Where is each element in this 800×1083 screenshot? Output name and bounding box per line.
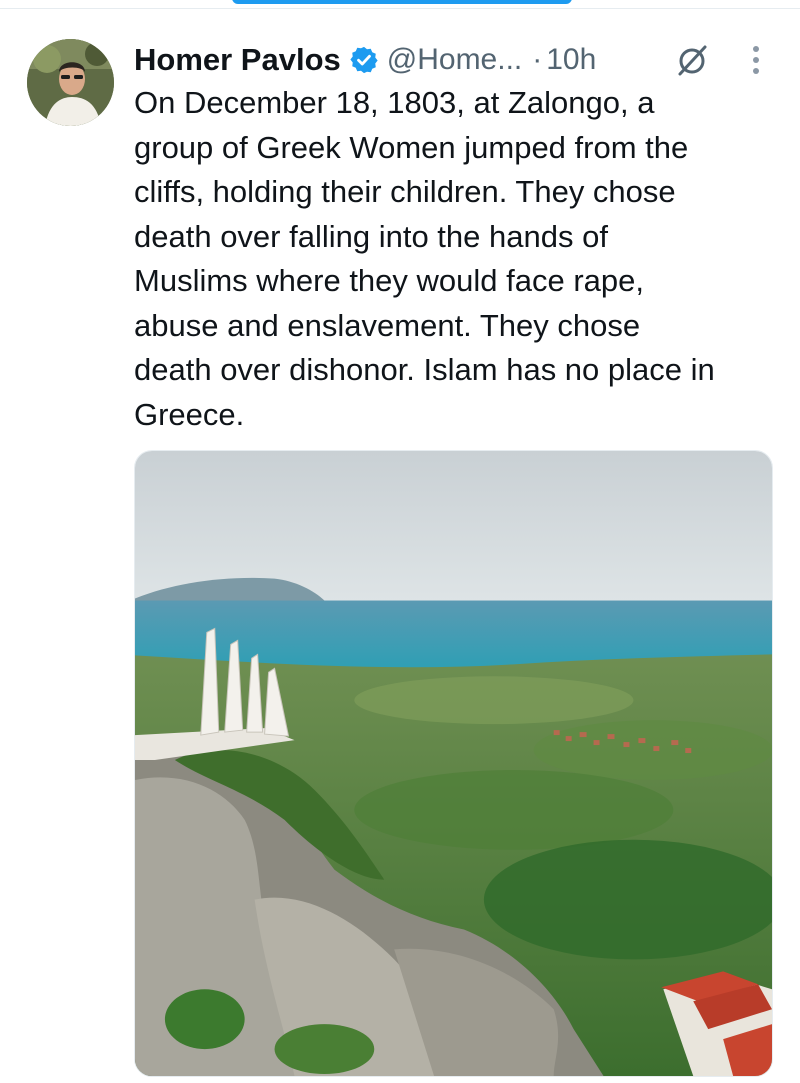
tweet-text-line: cliffs, holding their children. They cho… [134,174,676,209]
tweet-text-line: Greece. [134,396,245,432]
avatar-image [27,39,114,126]
tweet-text-line: On December 18, 1803, at Zalongo, a [134,85,655,120]
grok-icon[interactable] [674,42,710,78]
landscape-photo [135,451,772,1076]
avatar[interactable] [27,39,114,126]
top-indicator-bar [232,0,572,4]
tweet-text-line: death over falling into the hands of [134,218,608,254]
separator-dot: · [532,43,543,76]
tweet-text-line: death over dishonor. Islam has no place … [134,352,715,387]
timestamp[interactable]: 10h [546,43,596,77]
divider [0,8,800,9]
tweet-header: Homer Pavlos @Home... · 10h [134,38,774,82]
author-handle[interactable]: @Home... [387,43,522,77]
author-name[interactable]: Homer Pavlos [134,42,341,78]
tweet-text-line: group of Greek Women jumped from the [134,129,689,165]
tweet-text: On December 18, 1803, at Zalongo, a grou… [134,81,784,437]
more-options-icon[interactable] [746,40,766,80]
tweet-text-line: abuse and enslavement. They chose [134,307,641,343]
tweet-text-line: Muslims where they would face rape, [134,263,645,298]
tweet-photo[interactable] [134,450,773,1077]
verified-badge-icon[interactable] [349,45,379,75]
